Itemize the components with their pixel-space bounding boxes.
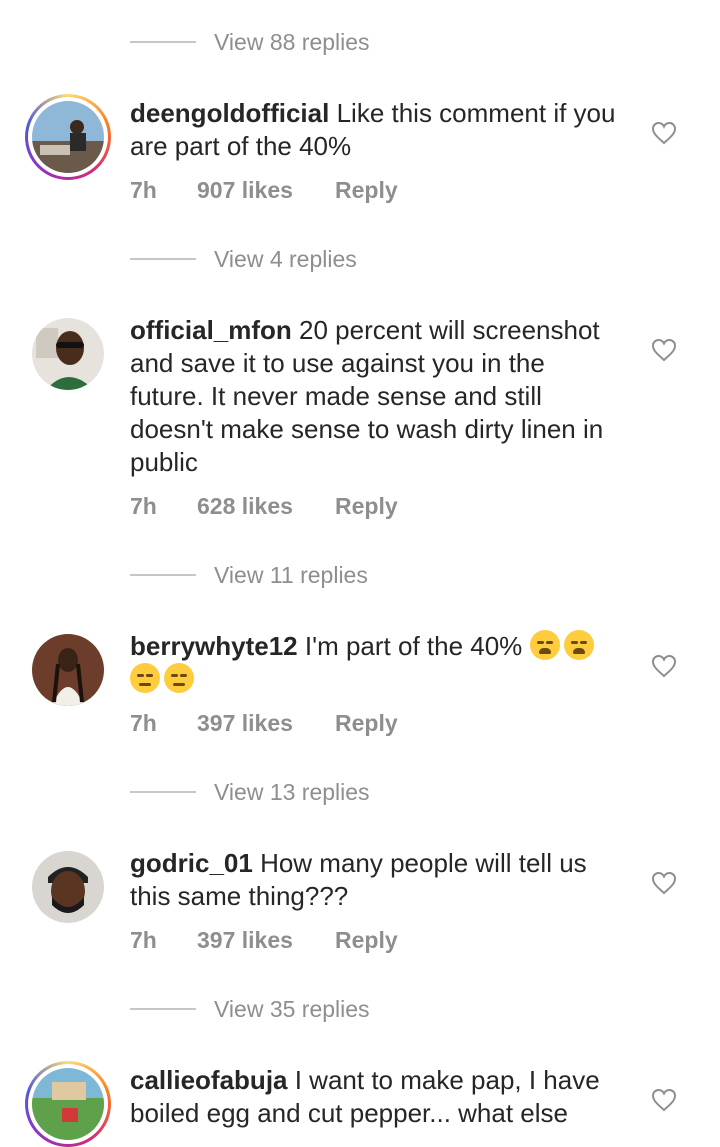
comment-username[interactable]: berrywhyte12 xyxy=(130,631,298,661)
view-replies-button[interactable]: View 88 replies xyxy=(130,25,370,59)
view-replies-label: View 11 replies xyxy=(214,561,368,588)
comment-username[interactable]: callieofabuja xyxy=(130,1065,288,1095)
comment-body: I'm part of the 40% xyxy=(304,631,523,661)
comment-time: 7h xyxy=(130,709,157,736)
avatar-photo xyxy=(32,851,104,923)
heart-icon[interactable] xyxy=(651,654,677,678)
view-replies-button[interactable]: View 11 replies xyxy=(130,558,368,592)
divider-line xyxy=(130,258,196,260)
avatar[interactable] xyxy=(25,311,111,397)
view-replies-button[interactable]: View 13 replies xyxy=(130,775,370,809)
avatar-photo xyxy=(32,634,104,706)
heart-icon[interactable] xyxy=(651,1088,677,1112)
comment-text: berrywhyte12 I'm part of the 40% xyxy=(130,630,620,696)
comment-likes[interactable]: 907 likes xyxy=(197,177,335,204)
comment-likes[interactable]: 628 likes xyxy=(197,493,335,520)
comment-username[interactable]: deengoldofficial xyxy=(130,98,329,128)
pensive-face-emoji xyxy=(130,663,160,693)
comment-likes[interactable]: 397 likes xyxy=(197,927,335,954)
comment-text: callieofabuja I want to make pap, I have… xyxy=(130,1064,620,1130)
pensive-face-emoji xyxy=(164,663,194,693)
comment-text: deengoldofficial Like this comment if yo… xyxy=(130,97,620,163)
divider-line xyxy=(130,574,196,576)
heart-icon[interactable] xyxy=(651,871,677,895)
avatar[interactable] xyxy=(25,627,111,713)
comment-meta: 7h 397 likes Reply xyxy=(130,925,398,955)
reply-button[interactable]: Reply xyxy=(335,710,398,737)
comment-time: 7h xyxy=(130,176,157,203)
view-replies-label: View 4 replies xyxy=(214,245,357,272)
weary-face-emoji xyxy=(529,630,560,660)
avatar[interactable] xyxy=(25,844,111,930)
heart-icon[interactable] xyxy=(651,338,677,362)
comment-meta: 7h 907 likes Reply xyxy=(130,175,398,205)
view-replies-label: View 13 replies xyxy=(214,778,370,805)
view-replies-label: View 35 replies xyxy=(214,995,370,1022)
comment-time: 7h xyxy=(130,492,157,519)
reply-button[interactable]: Reply xyxy=(335,493,398,520)
weary-face-emoji xyxy=(563,630,594,660)
divider-line xyxy=(130,791,196,793)
comment-username[interactable]: godric_01 xyxy=(130,848,253,878)
reply-button[interactable]: Reply xyxy=(335,177,398,204)
view-replies-label: View 88 replies xyxy=(214,28,370,55)
avatar[interactable] xyxy=(25,94,111,180)
avatar-photo xyxy=(32,1068,104,1140)
avatar-photo xyxy=(32,318,104,390)
comment-likes[interactable]: 397 likes xyxy=(197,710,335,737)
comment-text: godric_01 How many people will tell us t… xyxy=(130,847,620,913)
comment-text: official_mfon 20 percent will screenshot… xyxy=(130,314,620,479)
avatar[interactable] xyxy=(25,1061,111,1147)
view-replies-button[interactable]: View 4 replies xyxy=(130,242,357,276)
heart-icon[interactable] xyxy=(651,121,677,145)
divider-line xyxy=(130,1008,196,1010)
avatar-photo xyxy=(32,101,104,173)
view-replies-button[interactable]: View 35 replies xyxy=(130,992,370,1026)
comment-meta: 7h 397 likes Reply xyxy=(130,708,398,738)
comment-meta: 7h 628 likes Reply xyxy=(130,491,398,521)
divider-line xyxy=(130,41,196,43)
reply-button[interactable]: Reply xyxy=(335,927,398,954)
comment-time: 7h xyxy=(130,926,157,953)
comment-username[interactable]: official_mfon xyxy=(130,315,292,345)
